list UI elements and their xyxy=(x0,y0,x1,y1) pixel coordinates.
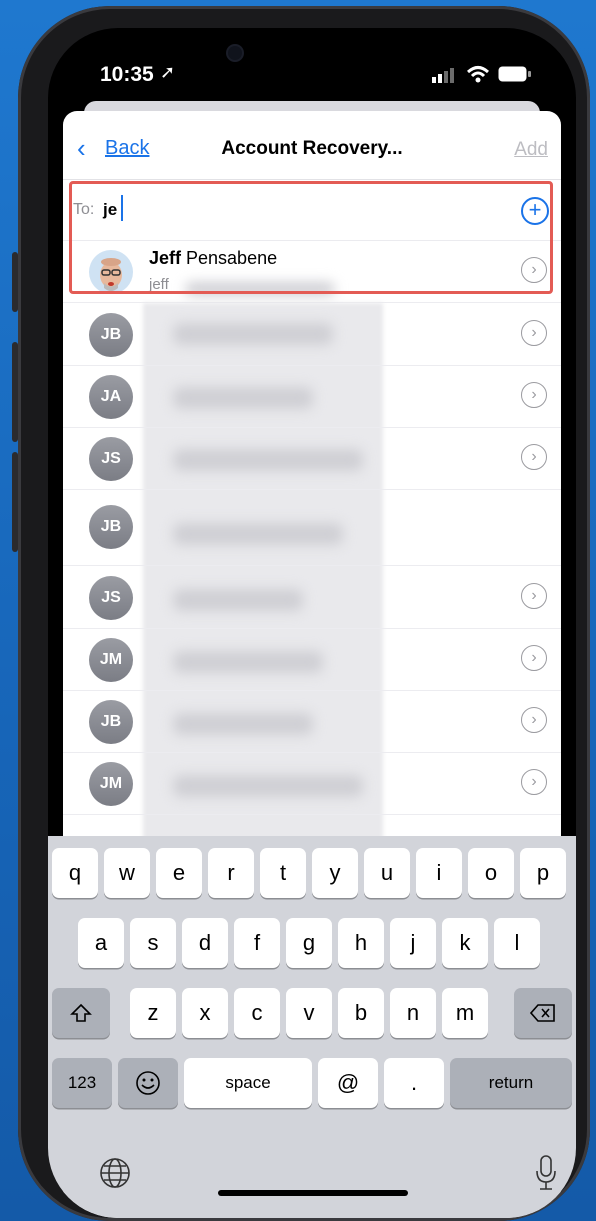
status-bar: 10:35 ➚ xyxy=(48,28,576,98)
page-title: Account Recovery... xyxy=(221,138,403,159)
key-l[interactable]: l xyxy=(494,918,540,968)
key-k[interactable]: k xyxy=(442,918,488,968)
chevron-right-icon[interactable]: › xyxy=(521,707,547,733)
key-n[interactable]: n xyxy=(390,988,436,1038)
wifi-icon xyxy=(466,66,490,83)
key-d[interactable]: d xyxy=(182,918,228,968)
cellular-signal-icon xyxy=(432,68,454,83)
chevron-right-icon[interactable]: › xyxy=(521,583,547,609)
contact-row[interactable]: JM › xyxy=(63,628,561,691)
key-j[interactable]: j xyxy=(390,918,436,968)
avatar: JS xyxy=(89,437,133,481)
key-v[interactable]: v xyxy=(286,988,332,1038)
emoji-key[interactable] xyxy=(118,1058,178,1108)
avatar: JB xyxy=(89,313,133,357)
shift-arrow-icon xyxy=(70,1003,92,1022)
at-key[interactable]: @ xyxy=(318,1058,378,1108)
contact-row[interactable]: JB › xyxy=(63,690,561,753)
key-p[interactable]: p xyxy=(520,848,566,898)
contact-row[interactable]: JB xyxy=(63,489,561,566)
key-m[interactable]: m xyxy=(442,988,488,1038)
contact-row[interactable]: JA › xyxy=(63,365,561,428)
key-z[interactable]: z xyxy=(130,988,176,1038)
avatar: JM xyxy=(89,638,133,682)
key-b[interactable]: b xyxy=(338,988,384,1038)
add-button[interactable]: Add xyxy=(514,139,548,161)
keyboard: q w e r t y u i o p a s d f g h j k l z … xyxy=(48,836,576,1218)
location-arrow-icon: ➚ xyxy=(160,62,176,82)
key-i[interactable]: i xyxy=(416,848,462,898)
volume-up-button xyxy=(12,342,18,442)
key-x[interactable]: x xyxy=(182,988,228,1038)
key-c[interactable]: c xyxy=(234,988,280,1038)
contact-row[interactable]: JS › xyxy=(63,427,561,490)
screen: 10:35 ➚ ‹ Back Account Recovery... Add T… xyxy=(48,28,576,1218)
home-indicator[interactable] xyxy=(218,1190,408,1196)
chevron-right-icon[interactable]: › xyxy=(521,382,547,408)
return-key[interactable]: return xyxy=(450,1058,572,1108)
chevron-right-icon[interactable]: › xyxy=(521,645,547,671)
chevron-right-icon[interactable]: › xyxy=(521,769,547,795)
key-e[interactable]: e xyxy=(156,848,202,898)
key-h[interactable]: h xyxy=(338,918,384,968)
key-w[interactable]: w xyxy=(104,848,150,898)
key-t[interactable]: t xyxy=(260,848,306,898)
key-a[interactable]: a xyxy=(78,918,124,968)
microphone-icon[interactable] xyxy=(534,1154,558,1192)
backspace-icon xyxy=(529,1004,555,1022)
globe-icon[interactable] xyxy=(98,1156,132,1190)
highlight-box xyxy=(69,181,553,294)
key-y[interactable]: y xyxy=(312,848,358,898)
avatar: JM xyxy=(89,762,133,806)
delete-key[interactable] xyxy=(514,988,572,1038)
avatar: JB xyxy=(89,505,133,549)
key-u[interactable]: u xyxy=(364,848,410,898)
key-f[interactable]: f xyxy=(234,918,280,968)
key-o[interactable]: o xyxy=(468,848,514,898)
battery-icon xyxy=(498,66,531,82)
volume-down-button xyxy=(12,452,18,552)
numbers-key[interactable]: 123 xyxy=(52,1058,112,1108)
contact-row[interactable]: JM › xyxy=(63,752,561,815)
front-camera xyxy=(228,46,242,60)
chevron-right-icon[interactable]: › xyxy=(521,320,547,346)
avatar: JS xyxy=(89,576,133,620)
key-s[interactable]: s xyxy=(130,918,176,968)
key-g[interactable]: g xyxy=(286,918,332,968)
period-key[interactable]: . xyxy=(384,1058,444,1108)
phone-frame: 10:35 ➚ ‹ Back Account Recovery... Add T… xyxy=(12,6,590,1221)
emoji-smiley-icon xyxy=(136,1071,160,1095)
mute-switch xyxy=(12,252,18,312)
contact-row[interactable]: JS › xyxy=(63,566,561,629)
contact-row[interactable]: JB › xyxy=(63,303,561,366)
avatar: JB xyxy=(89,700,133,744)
chevron-right-icon[interactable]: › xyxy=(521,444,547,470)
shift-key[interactable] xyxy=(52,988,110,1038)
avatar: JA xyxy=(89,375,133,419)
key-r[interactable]: r xyxy=(208,848,254,898)
key-q[interactable]: q xyxy=(52,848,98,898)
navigation-bar: ‹ Back Account Recovery... Add xyxy=(63,111,561,171)
space-key[interactable]: space xyxy=(184,1058,312,1108)
status-time: 10:35 xyxy=(100,63,154,86)
